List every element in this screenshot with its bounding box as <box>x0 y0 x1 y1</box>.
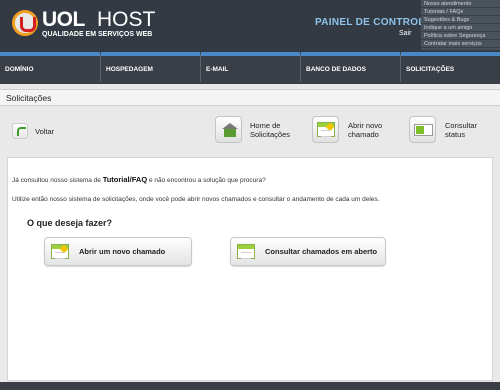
uol-logo-icon <box>12 10 38 36</box>
home-icon <box>222 123 238 137</box>
intro-text-line: Já consultou nosso sistema de Tutorial/F… <box>12 175 266 184</box>
home-solicitacoes-label[interactable]: Home de Solicitações <box>250 121 290 139</box>
instructions-text: Utilize então nosso sistema de solicitaç… <box>12 196 380 203</box>
top-link-indique[interactable]: Indique a um amigo <box>421 24 500 32</box>
nav-dominio[interactable]: DOMÍNIO <box>0 52 100 84</box>
nav-label: HOSPEDAGEM <box>106 66 153 73</box>
question-heading: O que deseja fazer? <box>27 218 113 228</box>
status-icon <box>414 124 433 136</box>
logo-host-text: HOST <box>97 8 156 31</box>
consultar-chamados-button[interactable]: Consultar chamados em aberto <box>230 237 386 266</box>
main-nav: DOMÍNIO HOSPEDAGEM E-MAIL BANCO DE DADOS… <box>0 52 500 84</box>
panel-title: PAINEL DE CONTROLE <box>315 17 432 28</box>
abrir-novo-chamado-label[interactable]: Abrir novo chamado <box>348 121 382 139</box>
page-title-bar: Solicitações <box>0 89 500 106</box>
home-solicitacoes-button[interactable] <box>215 116 242 143</box>
nav-label: E-MAIL <box>206 66 229 73</box>
top-link-sugestoes[interactable]: Sugestões & Bugs <box>421 16 500 24</box>
nav-label: BANCO DE DADOS <box>306 66 366 73</box>
top-link-atendimento[interactable]: Nosso atendimento <box>421 0 500 8</box>
back-arrow-icon[interactable] <box>12 123 28 139</box>
content-area: Solicitações Voltar Home de Solicitações… <box>0 84 500 390</box>
abrir-chamado-label: Abrir um novo chamado <box>79 247 166 256</box>
back-button[interactable]: Voltar <box>35 127 54 136</box>
consultar-chamados-label: Consultar chamados em aberto <box>265 247 378 256</box>
consultar-status-label[interactable]: Consultar status <box>445 121 477 139</box>
logo-uol-text: UOL <box>42 8 85 31</box>
logout-link[interactable]: Sair <box>399 30 411 37</box>
abrir-chamado-button[interactable]: Abrir um novo chamado <box>44 237 192 266</box>
top-links-menu: Nosso atendimento Tutoriais / FAQs Suges… <box>421 0 500 50</box>
nav-hospedagem[interactable]: HOSPEDAGEM <box>101 52 200 84</box>
solicitacoes-panel: Já consultou nosso sistema de Tutorial/F… <box>7 157 493 381</box>
page-title: Solicitações <box>6 93 52 103</box>
tutorial-faq-link[interactable]: Tutorial/FAQ <box>103 175 147 184</box>
top-link-tutoriais[interactable]: Tutoriais / FAQs <box>421 8 500 16</box>
footer-bar <box>0 382 500 390</box>
nav-banco-de-dados[interactable]: BANCO DE DADOS <box>301 52 400 84</box>
abrir-novo-chamado-button[interactable] <box>312 116 339 143</box>
new-ticket-icon <box>317 122 335 137</box>
nav-label: SOLICITAÇÕES <box>406 66 455 73</box>
open-tickets-icon <box>237 244 255 259</box>
logo-tagline: QUALIDADE EM SERVIÇOS WEB <box>42 31 153 38</box>
nav-email[interactable]: E-MAIL <box>201 52 300 84</box>
consultar-status-button[interactable] <box>409 116 436 143</box>
new-ticket-icon <box>51 244 69 259</box>
top-link-contratar[interactable]: Contratar mais serviços <box>421 40 500 48</box>
top-link-seguranca[interactable]: Política sobre Segurança <box>421 32 500 40</box>
nav-label: DOMÍNIO <box>5 66 34 73</box>
nav-solicitacoes[interactable]: SOLICITAÇÕES <box>401 52 500 84</box>
header: UOL HOST QUALIDADE EM SERVIÇOS WEB PAINE… <box>0 0 500 52</box>
